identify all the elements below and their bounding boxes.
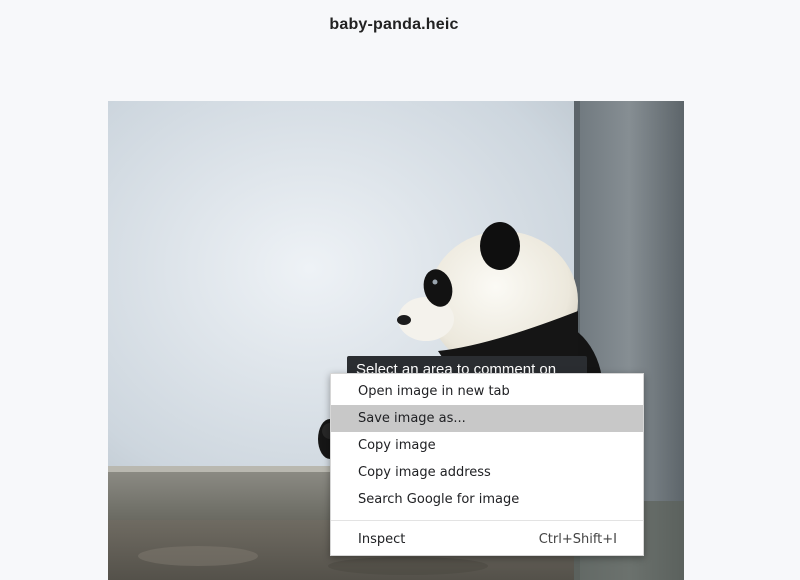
menu-item-label: Save image as... [358,411,466,426]
menu-item-shortcut: Ctrl+Shift+I [538,532,617,547]
menu-item-copy-image[interactable]: Copy image [331,432,643,459]
menu-item-open-image-new-tab[interactable]: Open image in new tab [331,378,643,405]
menu-item-copy-image-address[interactable]: Copy image address [331,459,643,486]
menu-item-label: Open image in new tab [358,384,510,399]
menu-separator [331,520,643,521]
page-title: baby-panda.heic [329,16,459,33]
context-menu: Open image in new tab Save image as... C… [330,373,644,556]
menu-item-label: Search Google for image [358,492,520,507]
menu-item-label: Copy image address [358,465,491,480]
menu-item-label: Copy image [358,438,436,453]
menu-item-inspect[interactable]: Inspect Ctrl+Shift+I [331,526,643,553]
menu-item-search-google-for-image[interactable]: Search Google for image [331,486,643,513]
menu-item-save-image-as[interactable]: Save image as... [331,405,643,432]
menu-item-label: Inspect [358,532,406,547]
